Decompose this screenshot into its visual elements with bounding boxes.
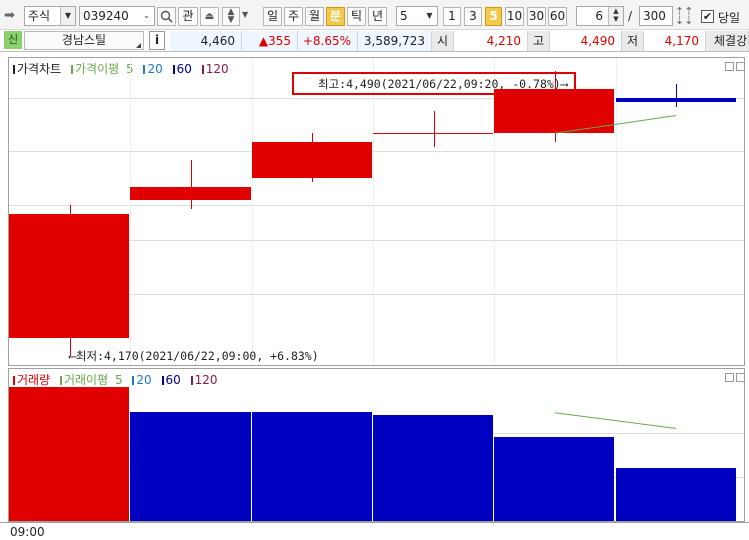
period-button-3[interactable]: 분	[326, 7, 345, 26]
interval-value: 5	[400, 9, 408, 23]
count-input[interactable]: 6 ▲ ▼	[576, 6, 624, 26]
price-ma5-line-svg	[554, 114, 677, 134]
low-price-annotation: ⟵최저:4,170(2021/06/22,09:00, +6.83%)	[69, 349, 319, 363]
period-button-4[interactable]: 틱	[347, 7, 366, 26]
today-label: 당일	[718, 11, 741, 25]
low-label: 저	[622, 31, 644, 51]
market-select-value: 주식	[28, 9, 51, 23]
up-down-stepper[interactable]: ▲ ▼	[222, 7, 240, 26]
volume-cell: 3,589,723	[358, 31, 432, 51]
volume-ma5-line-svg	[554, 412, 677, 430]
credit-badge: 신	[4, 31, 22, 49]
high-cell: 4,490	[550, 31, 622, 51]
execution-strength-label: 체결강	[706, 31, 749, 51]
stock-code-input[interactable]: 039240 ⌄	[79, 6, 155, 26]
high-label: 고	[528, 31, 550, 51]
x-axis-first-label: 09:00	[10, 525, 45, 539]
high-price-annotation: 최고:4,490(2021/06/22,09:20, -0.78%)⟶	[292, 72, 576, 95]
price-chart-panel[interactable]: 가격차트 가격이평 5 20 60 120 최고:4,490(2021/06/2…	[8, 57, 745, 366]
zoom-icon[interactable]: ⇡⇡ ⇣⇣	[675, 6, 693, 26]
interval-select[interactable]: 5 ▼	[396, 6, 438, 26]
pin-icon[interactable]: ➡	[4, 8, 22, 24]
period-button-1[interactable]: 주	[284, 7, 303, 26]
period-button-2[interactable]: 월	[305, 7, 324, 26]
price-cell: 4,460	[170, 31, 242, 51]
chevron-down-icon[interactable]: ▼	[60, 7, 75, 25]
open-label: 시	[432, 31, 454, 51]
volume-ma5-line	[554, 412, 677, 430]
interval-button-5[interactable]: 60	[548, 7, 567, 26]
change-pct-cell: +8.65%	[298, 31, 358, 51]
today-checkbox[interactable]: ✔	[701, 10, 714, 23]
corner-mark	[136, 43, 141, 48]
low-cell: 4,170	[644, 31, 706, 51]
chevron-down-icon[interactable]: ▼	[422, 7, 437, 25]
main-toolbar: ➡ 주식 ▼ 039240 ⌄ 관 ⏏ ▲ ▼ ▼ 일주월분틱년 5 ▼ 1351…	[0, 0, 749, 30]
x-axis: 09:00	[0, 522, 749, 540]
count-stepper[interactable]: ▲ ▼	[608, 7, 623, 25]
watchlist-button[interactable]: 관	[178, 7, 198, 26]
stock-code-value: 039240	[83, 9, 129, 23]
interval-button-0[interactable]: 1	[443, 7, 461, 26]
stock-name-text: 경남스틸	[61, 33, 107, 47]
count-value: 6	[595, 9, 603, 23]
count-max-input[interactable]: 300	[639, 6, 673, 26]
period-button-0[interactable]: 일	[263, 7, 282, 26]
period-button-5[interactable]: 년	[368, 7, 387, 26]
count-separator: /	[628, 9, 633, 23]
volume-chart-panel[interactable]: 거래량 거래이평 5 20 60 120	[8, 368, 745, 522]
chevron-down-icon[interactable]: ⌄	[139, 7, 154, 25]
interval-button-2[interactable]: 5	[485, 7, 502, 26]
interval-button-4[interactable]: 30	[527, 7, 546, 26]
search-button[interactable]	[157, 7, 176, 26]
open-cell: 4,210	[454, 31, 528, 51]
interval-button-1[interactable]: 3	[464, 7, 482, 26]
chevron-down-icon[interactable]: ▼	[242, 10, 248, 19]
search-icon	[160, 10, 173, 23]
info-button[interactable]: i	[149, 31, 165, 50]
stock-name[interactable]: 경남스틸	[24, 31, 144, 50]
market-select[interactable]: 주식 ▼	[24, 6, 76, 26]
change-cell: ▲355	[242, 31, 298, 51]
count-max-value: 300	[643, 9, 666, 23]
eject-icon[interactable]: ⏏	[200, 7, 219, 26]
interval-button-3[interactable]: 10	[505, 7, 524, 26]
price-ma5-line	[554, 114, 677, 134]
